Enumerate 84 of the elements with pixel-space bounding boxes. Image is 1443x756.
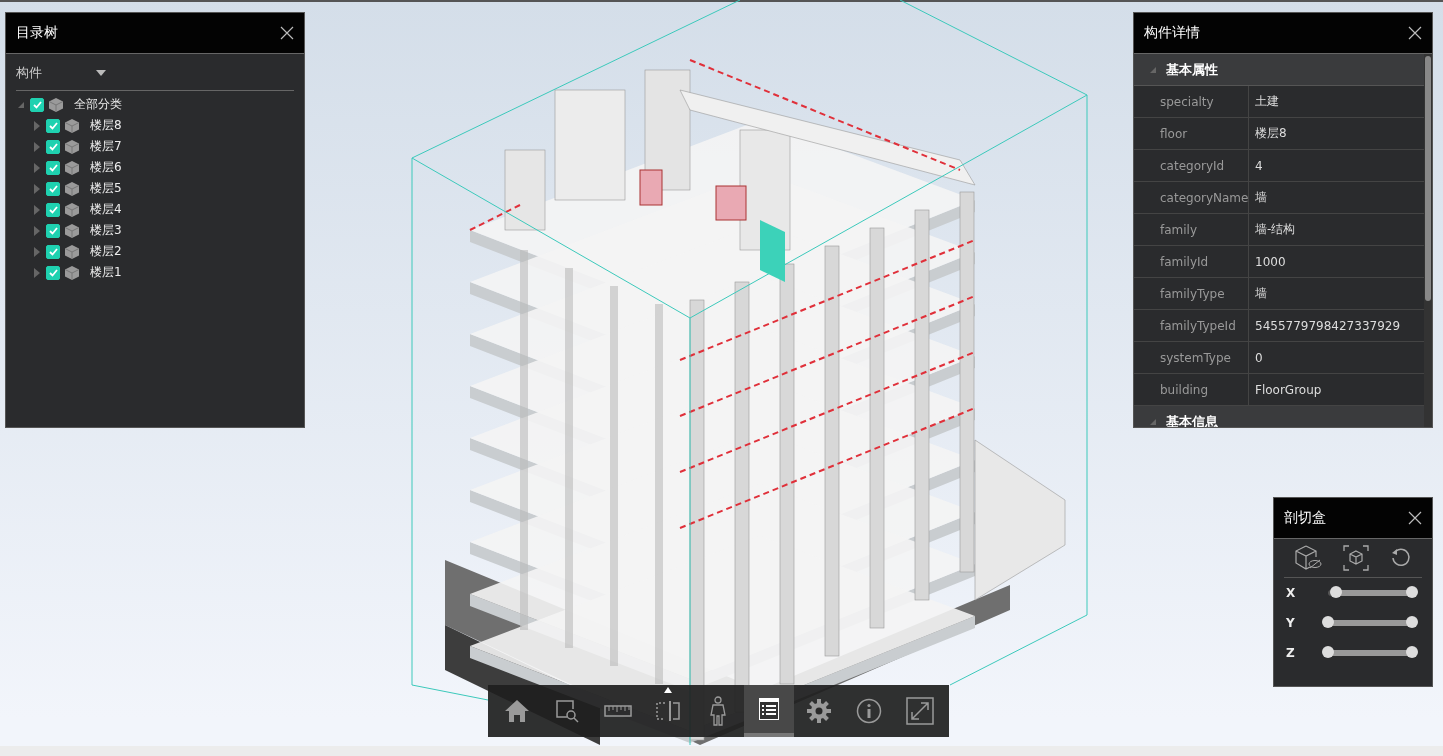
property-value: 5455779798427337929 — [1254, 317, 1402, 335]
property-value: 4 — [1254, 157, 1264, 175]
property-name: building — [1134, 374, 1249, 405]
slider-handle[interactable] — [1322, 646, 1334, 658]
ruler-icon — [603, 704, 632, 718]
gear-icon — [807, 699, 832, 723]
property-value: 墙 — [1254, 189, 1268, 206]
axis-label: X — [1286, 586, 1297, 600]
checkbox[interactable] — [46, 160, 60, 175]
property-name: familyId — [1134, 246, 1249, 277]
cube-icon — [64, 243, 80, 260]
property-name: family — [1134, 214, 1249, 245]
tree-item-label[interactable]: 楼层4 — [90, 201, 122, 218]
axis-label: Y — [1286, 616, 1296, 630]
property-name: categoryName — [1134, 182, 1249, 213]
fullscreen-icon — [905, 697, 934, 725]
slider-handle[interactable] — [1322, 616, 1334, 628]
toolbar-button[interactable] — [743, 685, 794, 737]
property-name: specialty — [1134, 86, 1249, 117]
section-title: 基本信息 — [1166, 412, 1218, 427]
cube-icon — [64, 222, 80, 239]
property-value: FloorGroup — [1254, 381, 1323, 399]
close-icon[interactable] — [1408, 26, 1422, 40]
range-slider[interactable] — [1322, 617, 1418, 629]
close-icon[interactable] — [1408, 511, 1422, 525]
tree-item-label[interactable]: 楼层1 — [90, 264, 122, 281]
cube-eye-icon — [1294, 545, 1323, 571]
slider-handle[interactable] — [1406, 616, 1418, 628]
cube-icon — [64, 201, 80, 218]
checkbox[interactable] — [46, 118, 60, 133]
checkbox[interactable] — [46, 223, 60, 238]
property-value: 0 — [1254, 349, 1264, 367]
slider-handle[interactable] — [1406, 646, 1418, 658]
property-value: 1000 — [1254, 253, 1287, 271]
tree-item-label[interactable]: 楼层5 — [90, 180, 122, 197]
tree-item-label[interactable]: 楼层6 — [90, 159, 122, 176]
section-header[interactable]: 基本属性 — [1134, 54, 1424, 86]
section-title: 基本属性 — [1166, 60, 1218, 79]
checkbox[interactable] — [46, 139, 60, 154]
checkbox[interactable] — [46, 265, 60, 280]
cube-icon — [64, 264, 80, 281]
tree-item-label[interactable]: 楼层2 — [90, 243, 122, 260]
tree-item-label[interactable]: 全部分类 — [74, 96, 122, 113]
home-icon — [504, 699, 531, 723]
tool-button[interactable] — [1341, 543, 1371, 573]
panel-title: 构件详情 — [1144, 24, 1200, 42]
panel-title: 目录树 — [16, 24, 58, 42]
tree-item-label[interactable]: 楼层8 — [90, 117, 122, 134]
section-plane-icon — [655, 700, 682, 722]
tree-item-label[interactable]: 楼层7 — [90, 138, 122, 155]
property-name: familyType — [1134, 278, 1249, 309]
slider-handle[interactable] — [1330, 586, 1343, 598]
category-dropdown[interactable]: 构件 — [16, 60, 294, 91]
cube-icon — [48, 96, 64, 113]
property-value: 楼层8 — [1254, 125, 1288, 142]
checkbox[interactable] — [46, 244, 60, 259]
cube-icon — [64, 117, 80, 134]
slider-handle[interactable] — [1406, 586, 1418, 598]
checkbox[interactable] — [30, 97, 44, 112]
zoom-area-icon — [555, 699, 580, 723]
range-slider[interactable] — [1322, 647, 1418, 659]
tree-item-label[interactable]: 楼层3 — [90, 222, 122, 239]
property-value: 墙 — [1254, 285, 1268, 302]
panel-title: 剖切盒 — [1284, 509, 1326, 527]
section-header[interactable]: 基本信息 — [1134, 406, 1424, 427]
cube-icon — [64, 180, 80, 197]
scrollbar[interactable] — [1424, 54, 1432, 427]
property-name: floor — [1134, 118, 1249, 149]
property-name: familyTypeId — [1134, 310, 1249, 341]
property-value: 土建 — [1254, 93, 1280, 110]
property-value: 墙-结构 — [1254, 221, 1297, 238]
reset-icon — [1389, 547, 1412, 569]
cube-frame-icon — [1343, 545, 1369, 571]
property-list-icon — [757, 697, 780, 721]
checkbox[interactable] — [46, 181, 60, 196]
checkbox[interactable] — [46, 202, 60, 217]
close-icon[interactable] — [280, 26, 294, 40]
cube-icon — [64, 159, 80, 176]
property-name: categoryId — [1134, 150, 1249, 181]
cube-icon — [64, 138, 80, 155]
axis-label: Z — [1286, 646, 1296, 660]
info-icon — [856, 698, 883, 724]
property-name: systemType — [1134, 342, 1249, 373]
person-icon — [709, 696, 728, 726]
